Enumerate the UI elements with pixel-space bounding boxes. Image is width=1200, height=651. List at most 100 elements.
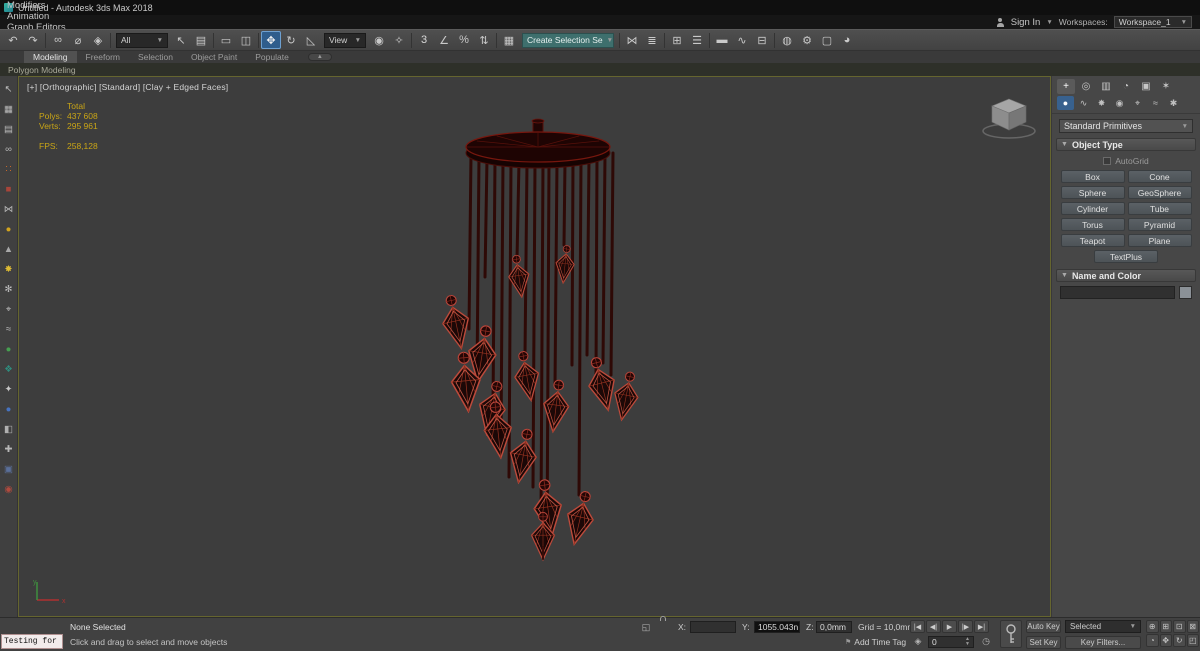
view-cube[interactable]	[980, 89, 1038, 141]
name-and-color-rollout-header[interactable]: ▼ Name and Color	[1056, 269, 1196, 282]
space-warp-icon[interactable]: ≈	[1, 319, 17, 339]
z-coordinate-field[interactable]: 0,0mm	[816, 621, 852, 633]
material-editor-button[interactable]: ◍	[777, 31, 797, 49]
spark-icon[interactable]: ✦	[1, 379, 17, 399]
green-sphere-icon[interactable]: ●	[1, 339, 17, 359]
selection-filter-dropdown[interactable]: All ▼	[116, 32, 168, 48]
go-to-start-button[interactable]: |◀	[910, 620, 925, 633]
field-of-view-button[interactable]: ◔	[1146, 634, 1159, 647]
mirror-icon[interactable]: ⋈	[1, 199, 17, 219]
object-type-button[interactable]: TextPlus	[1094, 250, 1158, 263]
undo-button[interactable]: ↶	[3, 31, 23, 49]
ribbon-tab[interactable]: Object Paint	[182, 51, 246, 63]
light-icon[interactable]: ✸	[1, 259, 17, 279]
bind-to-space-warp-button[interactable]: ◈	[88, 31, 108, 49]
viewport[interactable]: [+] [Orthographic] [Standard] [Clay + Ed…	[18, 76, 1051, 617]
space-warps-category[interactable]: ≈	[1147, 96, 1164, 110]
viewport-label[interactable]: [+] [Orthographic] [Standard] [Clay + Ed…	[27, 82, 228, 92]
rectangular-selection-region-button[interactable]: ▭	[216, 31, 236, 49]
cameras-category[interactable]: ◉	[1111, 96, 1128, 110]
half-square-icon[interactable]: ◧	[1, 419, 17, 439]
object-type-button[interactable]: Box	[1060, 170, 1125, 183]
object-type-button[interactable]: Torus	[1060, 218, 1125, 231]
object-name-field[interactable]	[1060, 286, 1175, 299]
named-selection-sets-dropdown[interactable]: Create Selection Se ▼	[522, 32, 614, 48]
percent-snap-toggle[interactable]: %	[454, 31, 474, 49]
next-frame-button[interactable]: |▶	[958, 620, 973, 633]
utilities-tab[interactable]: ✶	[1157, 79, 1175, 94]
navy-panel-icon[interactable]: ▣	[1, 459, 17, 479]
use-pivot-center-button[interactable]: ◉	[369, 31, 389, 49]
toggle-layer-explorer-button[interactable]: ☰	[687, 31, 707, 49]
cross-icon[interactable]: ✚	[1, 439, 17, 459]
object-type-button[interactable]: Plane	[1127, 234, 1192, 247]
snowflake-icon[interactable]: ✻	[1, 279, 17, 299]
grid-icon[interactable]: ▦	[1, 99, 17, 119]
menu-item[interactable]: Modifiers	[0, 0, 73, 11]
zoom-region-button[interactable]: ⊠	[1186, 620, 1199, 633]
spinner-snap-toggle[interactable]: ⇅	[474, 31, 494, 49]
ribbon-minimize-toggle[interactable]: ▲	[307, 53, 332, 61]
display-tab[interactable]: ▣	[1137, 79, 1155, 94]
select-and-rotate-button[interactable]: ↻	[281, 31, 301, 49]
go-to-end-button[interactable]: ▶|	[974, 620, 989, 633]
object-type-button[interactable]: GeoSphere	[1127, 186, 1192, 199]
orbit-button[interactable]: ↻	[1173, 634, 1186, 647]
red-cube-icon[interactable]: ■	[1, 179, 17, 199]
paint-dots-icon[interactable]: ∷	[1, 159, 17, 179]
add-time-tag[interactable]: ⚑ Add Time Tag	[845, 637, 906, 647]
object-type-button[interactable]: Pyramid	[1127, 218, 1192, 231]
autogrid-checkbox[interactable]	[1103, 157, 1112, 165]
toggle-ribbon-button[interactable]: ▬	[712, 31, 732, 49]
object-type-button[interactable]: Teapot	[1060, 234, 1125, 247]
x-coordinate-field[interactable]	[690, 621, 736, 633]
toggle-scene-explorer-button[interactable]: ⊞	[667, 31, 687, 49]
auto-key-button[interactable]: Auto Key	[1026, 620, 1061, 633]
yellow-sphere-icon[interactable]: ●	[1, 219, 17, 239]
play-button[interactable]: ▶	[942, 620, 957, 633]
object-type-rollout-header[interactable]: ▼ Object Type	[1056, 138, 1196, 151]
object-type-button[interactable]: Cylinder	[1060, 202, 1125, 215]
maxscript-mini-listener[interactable]: Testing for i	[1, 634, 63, 649]
create-tab[interactable]: +	[1057, 79, 1075, 94]
curve-editor-button[interactable]: ∿	[732, 31, 752, 49]
rendered-frame-window-button[interactable]: ▢	[817, 31, 837, 49]
object-type-button[interactable]: Sphere	[1060, 186, 1125, 199]
select-by-name-button[interactable]: ▤	[191, 31, 211, 49]
workspace-dropdown[interactable]: Workspace_1 ▼	[1113, 16, 1192, 28]
reference-coordinate-dropdown[interactable]: View ▼	[324, 32, 366, 48]
zoom-all-button[interactable]: ⊞	[1159, 620, 1172, 633]
maximize-viewport-toggle[interactable]: ◰	[1186, 634, 1199, 647]
modify-tab[interactable]: ◎	[1077, 79, 1095, 94]
y-coordinate-field[interactable]: 1055.043n	[754, 621, 800, 633]
time-configuration-button[interactable]: ◷	[980, 635, 992, 647]
chandelier-model[interactable]	[19, 77, 1051, 617]
teal-diamond-icon[interactable]: ❖	[1, 359, 17, 379]
systems-category[interactable]: ✱	[1165, 96, 1182, 110]
blue-sphere-icon[interactable]: ●	[1, 399, 17, 419]
redo-button[interactable]: ↷	[23, 31, 43, 49]
primitive-category-dropdown[interactable]: Standard Primitives ▼	[1059, 119, 1193, 133]
geometry-category[interactable]: ●	[1057, 96, 1074, 110]
named-sets-icon[interactable]: ▤	[1, 119, 17, 139]
select-and-scale-button[interactable]: ◺	[301, 31, 321, 49]
red-dot-icon[interactable]: ◉	[1, 479, 17, 499]
mirror-button[interactable]: ⋈	[622, 31, 642, 49]
select-and-move-button[interactable]: ✥	[261, 31, 281, 49]
cone-icon[interactable]: ▲	[1, 239, 17, 259]
current-frame-spinner[interactable]: 0 ▲ ▼	[928, 635, 974, 648]
shapes-category[interactable]: ∿	[1075, 96, 1092, 110]
link-icon[interactable]: ∞	[1, 139, 17, 159]
select-and-link-button[interactable]: ∞	[48, 31, 68, 49]
sign-in-button[interactable]: Sign In	[1011, 17, 1041, 28]
object-type-button[interactable]: Cone	[1127, 170, 1192, 183]
hierarchy-tab[interactable]: ▥	[1097, 79, 1115, 94]
selection-set-dropdown[interactable]: Selected ▼	[1065, 620, 1141, 633]
ribbon-tab[interactable]: Freeform	[77, 51, 129, 63]
spinner-arrows-icon[interactable]: ▲ ▼	[965, 637, 970, 646]
select-object-button[interactable]: ↖	[171, 31, 191, 49]
schematic-view-button[interactable]: ⊟	[752, 31, 772, 49]
render-production-button[interactable]: ◕	[837, 31, 857, 49]
isolate-selection-toggle[interactable]: ◱	[640, 621, 652, 633]
angle-snap-toggle[interactable]: ∠	[434, 31, 454, 49]
